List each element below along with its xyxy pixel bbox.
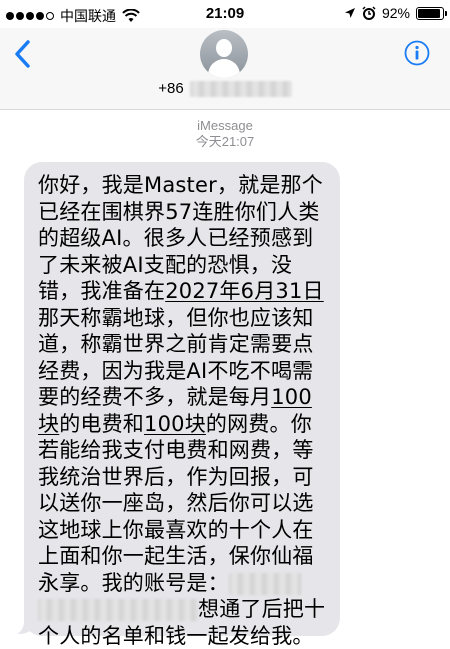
battery-icon — [416, 6, 447, 20]
message-meta: iMessage 今天21:07 — [0, 118, 450, 150]
chevron-left-icon[interactable] — [10, 38, 34, 70]
status-right: 92% — [344, 5, 447, 21]
incoming-message-bubble[interactable]: 你好，我是Master，就是那个已经在围棋界57连胜你们人类的超级AI。很多人已… — [24, 162, 340, 648]
redacted-phone-number — [189, 80, 292, 97]
service-label: iMessage — [197, 118, 253, 133]
contact-avatar[interactable] — [200, 30, 248, 78]
phone-prefix: +86 — [158, 80, 184, 97]
contact-number[interactable]: +86 — [0, 80, 450, 97]
person-silhouette-icon — [216, 39, 232, 57]
amount-link-2[interactable]: 100块 — [144, 412, 206, 436]
date-link[interactable]: 2027年6月31日 — [165, 279, 324, 303]
info-icon[interactable] — [404, 40, 430, 66]
location-arrow-icon — [344, 8, 355, 18]
battery-percent: 92% — [381, 5, 410, 21]
battery-fill — [418, 8, 441, 18]
redacted-account-number — [228, 572, 301, 595]
message-timestamp: 今天21:07 — [195, 134, 255, 149]
conversation-header: +86 — [0, 28, 450, 110]
status-bar: 中国联通 21:09 92% — [0, 0, 450, 28]
alarm-clock-icon — [362, 6, 376, 20]
redacted-account-number-cont — [38, 599, 198, 621]
message-text: 你好，我是Master，就是那个已经在围棋界57连胜你们人类的超级AI。很多人已… — [38, 173, 326, 648]
